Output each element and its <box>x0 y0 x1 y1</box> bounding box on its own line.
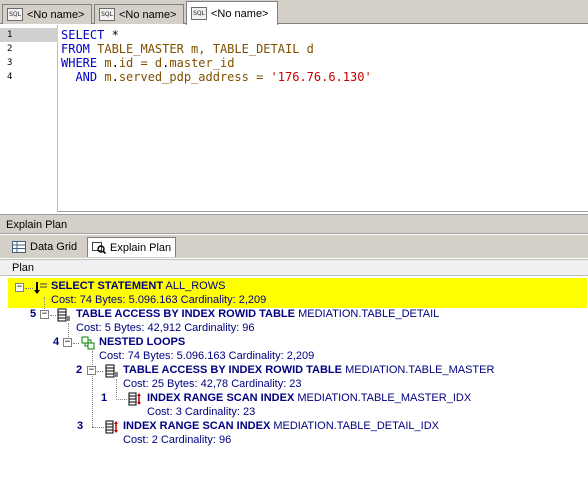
line-number: 3 <box>7 58 13 68</box>
plan-node-stats: Cost: 5 Bytes: 42,912 Cardinality: 96 <box>76 322 255 334</box>
plan-node[interactable]: TABLE ACCESS BY INDEX ROWID TABLE MEDIAT… <box>76 308 439 320</box>
index-scan-icon <box>128 392 141 406</box>
tree-connector <box>92 427 104 428</box>
tree-connector <box>25 288 33 289</box>
tab-label: Data Grid <box>30 241 78 253</box>
table-access-icon <box>105 364 118 378</box>
tree-connector <box>116 379 117 397</box>
line-number: 1 <box>0 28 58 42</box>
plan-step-number: 2 <box>76 364 83 376</box>
explain-plan-icon <box>92 241 106 254</box>
tab-label: Explain Plan <box>110 241 172 254</box>
plan-step-number: 1 <box>101 392 108 404</box>
plan-node-stats: Cost: 3 Cardinality: 23 <box>147 406 256 418</box>
plan-operation: NESTED LOOPS <box>99 336 186 348</box>
editor-tab-bar: SQL <No name> SQL <No name> SQL <No name… <box>0 0 588 25</box>
plan-optimizer-mode: ALL_ROWS <box>165 280 226 292</box>
plan-object: MEDIATION.TABLE_MASTER <box>345 364 495 376</box>
line-number: 2 <box>7 44 13 54</box>
line-number: 4 <box>7 72 13 82</box>
code-text: m <box>97 56 112 70</box>
table-access-icon <box>57 308 70 322</box>
sql-keyword: AND <box>61 70 98 84</box>
plan-operation: INDEX RANGE SCAN INDEX <box>147 392 295 404</box>
grid-icon <box>12 241 26 253</box>
plan-object: MEDIATION.TABLE_MASTER_IDX <box>297 392 472 404</box>
plan-node[interactable]: INDEX RANGE SCAN INDEX MEDIATION.TABLE_D… <box>123 420 439 432</box>
plan-node[interactable]: TABLE ACCESS BY INDEX ROWID TABLE MEDIAT… <box>123 364 494 376</box>
code-line-4[interactable]: AND m.served_pdp_address = '176.76.6.130… <box>61 70 372 84</box>
sql-keyword: WHERE <box>61 56 98 70</box>
code-text: * <box>104 28 119 42</box>
index-scan-icon <box>105 420 118 434</box>
plan-operation: INDEX RANGE SCAN INDEX <box>123 420 271 432</box>
collapse-toggle[interactable]: − <box>87 366 96 375</box>
plan-column-header: Plan <box>0 259 588 276</box>
code-line-2[interactable]: FROM TABLE_MASTER m, TABLE_DETAIL d <box>61 42 314 56</box>
tab-data-grid[interactable]: Data Grid <box>8 237 81 257</box>
sql-editor[interactable]: 1 2 3 4 SELECT * FROM TABLE_MASTER m, TA… <box>0 25 588 212</box>
plan-node[interactable]: INDEX RANGE SCAN INDEX MEDIATION.TABLE_M… <box>147 392 471 404</box>
collapse-toggle[interactable]: − <box>15 283 24 292</box>
plan-step-number: 3 <box>77 420 84 432</box>
editor-tab-2[interactable]: SQL <No name> <box>94 4 184 24</box>
code-text: served_pdp_address = <box>118 70 271 84</box>
tree-connector <box>92 369 93 427</box>
sql-icon: SQL <box>99 8 115 21</box>
nested-loops-icon <box>81 336 95 350</box>
collapse-toggle[interactable]: − <box>40 310 49 319</box>
plan-operation: TABLE ACCESS BY INDEX ROWID TABLE <box>76 308 295 320</box>
plan-step-number: 5 <box>30 308 37 320</box>
code-text: id = d <box>118 56 163 70</box>
tab-explain-plan[interactable]: Explain Plan <box>87 237 177 257</box>
tab-label: <No name> <box>27 8 85 21</box>
code-text: master_id <box>169 56 235 70</box>
sql-icon: SQL <box>7 8 23 21</box>
plan-operation: TABLE ACCESS BY INDEX ROWID TABLE <box>123 364 342 376</box>
code-line-1[interactable]: SELECT * <box>61 28 119 42</box>
result-subtabs: Data Grid Explain Plan <box>0 235 588 258</box>
explain-plan-tree: − SELECT STATEMENT ALL_ROWS Cost: 74 Byt… <box>0 277 588 494</box>
plan-object: MEDIATION.TABLE_DETAIL_IDX <box>273 420 440 432</box>
tree-connector <box>73 343 79 344</box>
plan-node-stats: Cost: 25 Bytes: 42,78 Cardinality: 23 <box>123 378 302 390</box>
code-text: . <box>111 70 119 84</box>
code-text: . <box>111 56 119 70</box>
sql-string: '176.76.6.130' <box>270 70 372 84</box>
sql-icon: SQL <box>191 7 207 20</box>
tree-connector <box>50 315 56 316</box>
plan-node-stats: Cost: 2 Cardinality: 96 <box>123 434 232 446</box>
plan-node-select-statement[interactable]: SELECT STATEMENT ALL_ROWS <box>51 280 225 292</box>
tree-connector <box>97 371 103 372</box>
tree-connector <box>116 399 127 400</box>
plan-object: MEDIATION.TABLE_DETAIL <box>298 308 440 320</box>
plan-step-number: 4 <box>53 336 60 348</box>
explain-plan-panel-title: Explain Plan <box>0 214 588 234</box>
plan-node-stats: Cost: 74 Bytes: 5.096.163 Cardinality: 2… <box>51 294 267 306</box>
plan-node-stats: Cost: 74 Bytes: 5.096.163 Cardinality: 2… <box>99 350 315 362</box>
sql-keyword: SELECT <box>61 28 105 42</box>
code-text: TABLE_MASTER m, TABLE_DETAIL d <box>89 42 314 56</box>
plan-node[interactable]: NESTED LOOPS <box>99 336 185 348</box>
editor-tab-1[interactable]: SQL <No name> <box>2 4 92 24</box>
code-text: m <box>97 70 112 84</box>
line-number-gutter: 1 2 3 4 <box>0 25 58 212</box>
plan-operation: SELECT STATEMENT <box>51 280 164 292</box>
editor-tab-3-active[interactable]: SQL <No name> <box>186 1 278 25</box>
collapse-toggle[interactable]: − <box>63 338 72 347</box>
tab-label: <No name> <box>211 7 269 20</box>
code-line-3[interactable]: WHERE m.id = d.master_id <box>61 56 234 70</box>
tab-label: <No name> <box>119 8 177 21</box>
sql-keyword: FROM <box>61 42 90 56</box>
select-statement-icon <box>34 282 47 294</box>
